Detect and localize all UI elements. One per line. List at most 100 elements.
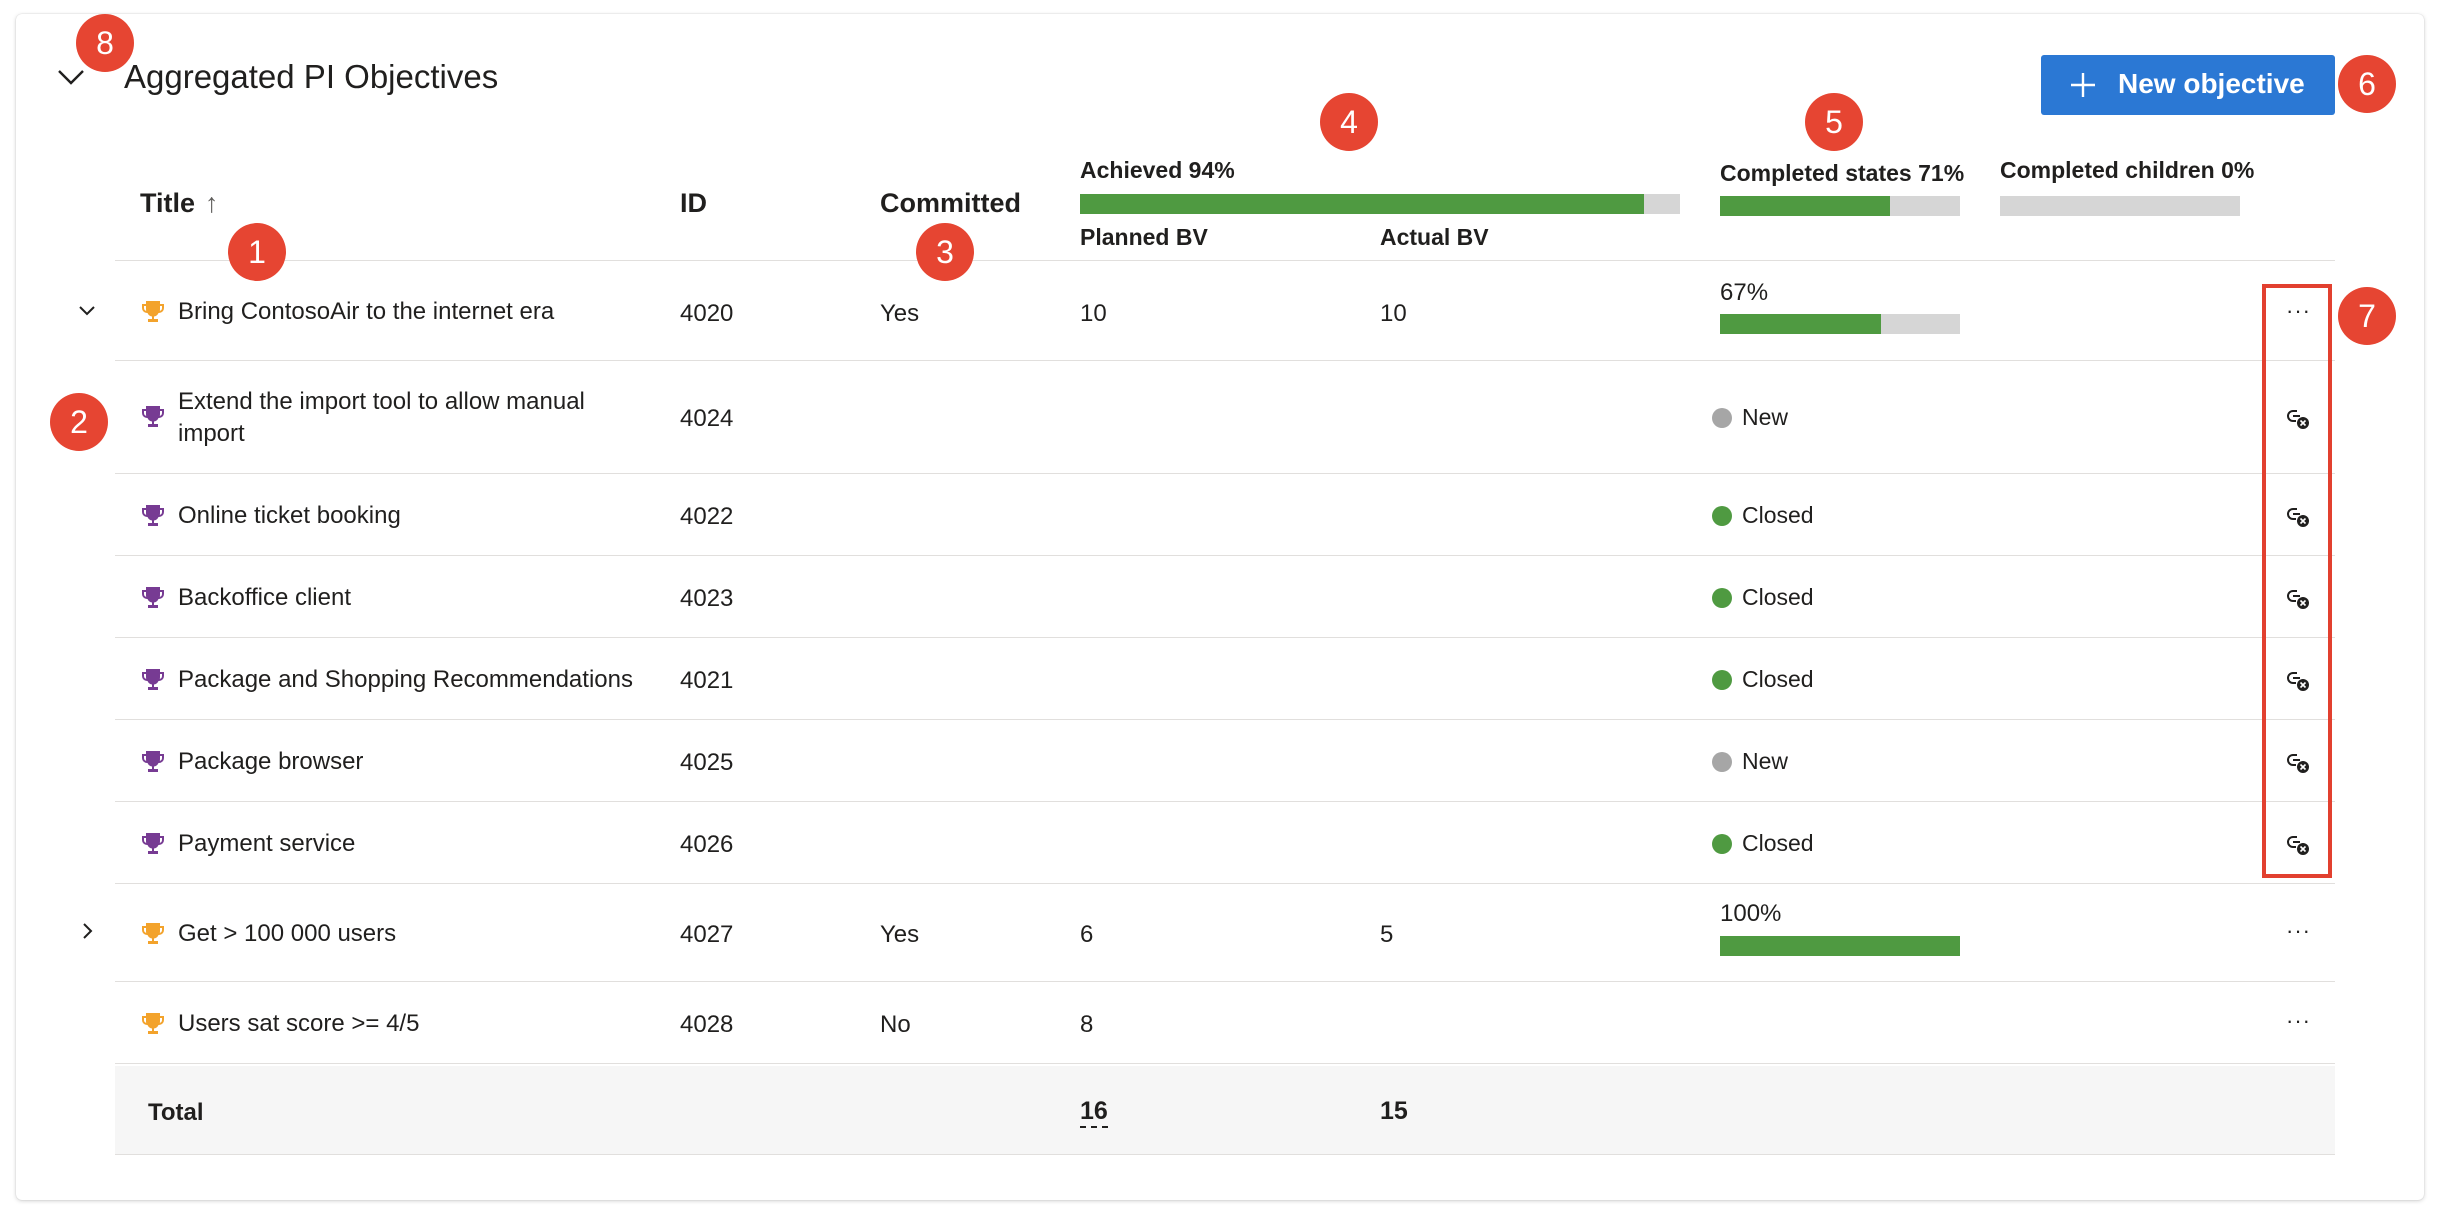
column-header-id[interactable]: ID bbox=[680, 188, 707, 219]
completed-states-progress-fill bbox=[1720, 196, 1891, 216]
row-divider bbox=[115, 719, 2335, 720]
state-label: Closed bbox=[1742, 502, 1814, 528]
collapse-row-chevron-icon[interactable] bbox=[72, 296, 102, 326]
table-bottom-divider bbox=[115, 1154, 2335, 1155]
state-indicator: Closed bbox=[1712, 502, 1814, 529]
trophy-icon bbox=[140, 748, 166, 774]
state-label: Closed bbox=[1742, 666, 1814, 692]
row-title[interactable]: Package and Shopping Recommendations bbox=[178, 664, 633, 696]
callout-badge: 8 bbox=[76, 14, 134, 72]
completed-children-progress-bar bbox=[2000, 196, 2240, 216]
total-actual-bv: 15 bbox=[1380, 1097, 1408, 1125]
row-progress-bar bbox=[1720, 314, 1960, 334]
row-progress-label: 100% bbox=[1720, 900, 1782, 927]
trophy-icon bbox=[140, 920, 166, 946]
row-title[interactable]: Backoffice client bbox=[178, 582, 351, 614]
callout-badge: 2 bbox=[50, 393, 108, 451]
row-divider bbox=[115, 473, 2335, 474]
column-header-actual-bv[interactable]: Actual BV bbox=[1380, 224, 1489, 251]
callout-badge: 4 bbox=[1320, 93, 1378, 151]
section-title: Aggregated PI Objectives bbox=[124, 58, 499, 95]
row-divider bbox=[115, 360, 2335, 361]
total-planned-bv-value: 16 bbox=[1080, 1097, 1108, 1128]
row-title[interactable]: Bring ContosoAir to the internet era bbox=[178, 296, 554, 328]
state-label: New bbox=[1742, 404, 1789, 430]
row-id: 4025 bbox=[680, 749, 734, 776]
state-label: New bbox=[1742, 748, 1789, 774]
row-divider bbox=[115, 637, 2335, 638]
expand-row-chevron-icon[interactable] bbox=[72, 916, 102, 946]
trophy-icon bbox=[140, 666, 166, 692]
column-header-planned-bv[interactable]: Planned BV bbox=[1080, 224, 1208, 251]
title-header-label: Title bbox=[140, 188, 196, 218]
state-new-dot-icon bbox=[1712, 407, 1732, 428]
row-title[interactable]: Online ticket booking bbox=[178, 500, 401, 532]
state-indicator: Closed bbox=[1712, 830, 1814, 857]
callout-badge: 6 bbox=[2338, 55, 2396, 113]
row-id: 4023 bbox=[680, 585, 734, 612]
row-progress-fill bbox=[1720, 314, 1881, 334]
achieved-label: Achieved 94% bbox=[1080, 157, 1235, 183]
column-header-committed[interactable]: Committed bbox=[880, 188, 1021, 219]
achieved-progress-fill bbox=[1080, 194, 1644, 214]
state-indicator: Closed bbox=[1712, 584, 1814, 611]
row-id: 4026 bbox=[680, 831, 734, 858]
state-label: Closed bbox=[1742, 830, 1814, 856]
sort-ascending-icon: ↑ bbox=[205, 188, 219, 218]
trophy-icon bbox=[140, 298, 166, 324]
row-title[interactable]: Package browser bbox=[178, 746, 363, 778]
total-planned-bv: 16 bbox=[1080, 1097, 1108, 1128]
more-actions-button[interactable]: ··· bbox=[2286, 1008, 2311, 1034]
state-indicator: Closed bbox=[1712, 666, 1814, 693]
callout-badge: 1 bbox=[228, 223, 286, 281]
header-divider bbox=[115, 260, 2335, 261]
row-title[interactable]: Users sat score >= 4/5 bbox=[178, 1008, 419, 1040]
row-divider bbox=[115, 555, 2335, 556]
state-new-dot-icon bbox=[1712, 751, 1732, 772]
callout-badge: 3 bbox=[916, 223, 974, 281]
row-actual-bv: 10 bbox=[1380, 300, 1407, 327]
collapse-section-chevron-icon[interactable] bbox=[54, 62, 88, 92]
total-label: Total bbox=[148, 1099, 204, 1126]
row-title[interactable]: Payment service bbox=[178, 828, 355, 860]
row-planned-bv: 8 bbox=[1080, 1011, 1094, 1038]
achieved-progress-bar bbox=[1080, 194, 1680, 214]
callout-badge: 5 bbox=[1805, 93, 1863, 151]
completed-states-label: Completed states 71% bbox=[1720, 160, 1965, 186]
trophy-icon bbox=[140, 1010, 166, 1036]
row-id: 4022 bbox=[680, 503, 734, 530]
state-indicator: New bbox=[1712, 404, 1788, 431]
trophy-icon bbox=[140, 403, 166, 429]
state-indicator: New bbox=[1712, 748, 1788, 775]
new-objective-label: New objective bbox=[2118, 68, 2305, 99]
row-id: 4021 bbox=[680, 667, 734, 694]
plus-icon bbox=[2067, 69, 2099, 101]
state-closed-dot-icon bbox=[1712, 669, 1732, 690]
row-id: 4028 bbox=[680, 1011, 734, 1038]
row-progress-bar bbox=[1720, 936, 1960, 956]
row-divider bbox=[115, 1063, 2335, 1064]
completed-states-progress-bar bbox=[1720, 196, 1960, 216]
state-closed-dot-icon bbox=[1712, 505, 1732, 526]
new-objective-button[interactable]: New objective bbox=[2041, 55, 2335, 115]
more-actions-button[interactable]: ··· bbox=[2286, 918, 2311, 944]
completed-children-label: Completed children 0% bbox=[2000, 157, 2255, 183]
row-title[interactable]: Get > 100 000 users bbox=[178, 918, 396, 950]
row-id: 4027 bbox=[680, 921, 734, 948]
trophy-icon bbox=[140, 830, 166, 856]
state-closed-dot-icon bbox=[1712, 587, 1732, 608]
row-divider bbox=[115, 801, 2335, 802]
row-id: 4024 bbox=[680, 405, 734, 432]
row-progress-fill bbox=[1720, 936, 1960, 956]
row-planned-bv: 10 bbox=[1080, 300, 1107, 327]
row-id: 4020 bbox=[680, 300, 734, 327]
column-header-title[interactable]: Title ↑ bbox=[140, 188, 219, 219]
row-committed: No bbox=[880, 1011, 911, 1038]
callout-badge: 7 bbox=[2338, 287, 2396, 345]
row-committed: Yes bbox=[880, 921, 920, 948]
row-progress-label: 67% bbox=[1720, 279, 1769, 306]
actions-column-highlight bbox=[2262, 284, 2332, 878]
state-closed-dot-icon bbox=[1712, 833, 1732, 854]
total-row bbox=[115, 1066, 2335, 1154]
row-title[interactable]: Extend the import tool to allow manual i… bbox=[178, 386, 618, 450]
